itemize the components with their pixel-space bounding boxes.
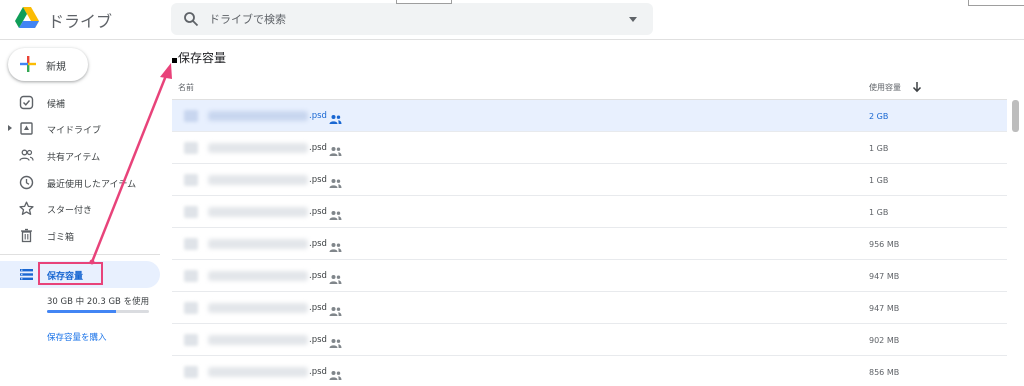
- drive-icon: [20, 122, 33, 135]
- shared-people-icon: [329, 142, 342, 156]
- buy-storage-link[interactable]: 保存容量を購入: [47, 331, 107, 343]
- shared-people-icon: [329, 366, 342, 380]
- file-name: .psd: [309, 111, 327, 121]
- table-row[interactable]: .psd 2 GB: [172, 100, 1007, 132]
- plus-icon: [20, 56, 36, 72]
- search-options-chevron-icon[interactable]: [629, 17, 637, 22]
- file-type-icon: [184, 110, 198, 122]
- file-name-redacted: [208, 143, 308, 153]
- shared-people-icon: [329, 334, 342, 348]
- trash-icon: [21, 228, 32, 243]
- file-size: 956 MB: [869, 240, 900, 249]
- file-name-redacted: [208, 207, 308, 217]
- shared-people-icon: [329, 110, 342, 124]
- file-size: 2 GB: [869, 112, 889, 121]
- file-name-redacted: [208, 175, 308, 185]
- file-name: .psd: [309, 367, 327, 377]
- sidebar-item-trash[interactable]: ゴミ箱: [0, 223, 160, 249]
- file-name-redacted: [208, 335, 308, 345]
- table-row[interactable]: .psd 1 GB: [172, 196, 1007, 228]
- search-icon[interactable]: [183, 11, 199, 27]
- file-name-redacted: [208, 367, 308, 377]
- file-name-redacted: [208, 111, 308, 121]
- file-name: .psd: [309, 207, 327, 217]
- new-button-label: 新規: [46, 62, 66, 73]
- new-button[interactable]: 新規: [8, 48, 88, 81]
- expand-arrow-icon[interactable]: [8, 125, 12, 131]
- sidebar-item-label: スター付き: [47, 206, 93, 216]
- column-header-size[interactable]: 使用容量: [869, 82, 901, 93]
- storage-icon: [20, 269, 33, 280]
- sidebar-divider: [0, 254, 160, 255]
- file-type-icon: [184, 334, 198, 346]
- search-input[interactable]: [209, 3, 609, 35]
- column-header-name[interactable]: 名前: [178, 82, 194, 93]
- table-row[interactable]: .psd 1 GB: [172, 132, 1007, 164]
- table-row[interactable]: .psd 1 GB: [172, 164, 1007, 196]
- sidebar-item-label: 候補: [47, 100, 66, 110]
- file-size: 1 GB: [869, 176, 889, 185]
- check-box-icon: [19, 95, 34, 110]
- storage-usage-bar: [47, 310, 149, 313]
- file-name: .psd: [309, 175, 327, 185]
- shared-people-icon: [329, 174, 342, 188]
- file-name: .psd: [309, 335, 327, 345]
- file-type-icon: [184, 142, 198, 154]
- popup-edge-right: [968, 0, 1024, 6]
- file-name-redacted: [208, 271, 308, 281]
- top-bar: ドライブ: [0, 0, 1024, 40]
- cursor-marker: [172, 58, 177, 63]
- app-title: ドライブ: [48, 12, 113, 31]
- clock-icon: [19, 175, 34, 190]
- drive-window: ドライブ 新規 候補: [0, 0, 1024, 386]
- file-size: 856 MB: [869, 368, 900, 377]
- search-box[interactable]: [171, 3, 653, 35]
- page-title: 保存容量: [178, 51, 227, 65]
- shared-people-icon: [329, 238, 342, 252]
- star-icon: [19, 201, 34, 215]
- file-size: 1 GB: [869, 144, 889, 153]
- people-icon: [19, 149, 34, 161]
- sidebar-item-label: マイドライブ: [47, 126, 102, 136]
- scrollbar-thumb[interactable]: [1012, 100, 1019, 132]
- file-name: .psd: [309, 239, 327, 249]
- sidebar-item-suggested[interactable]: 候補: [0, 90, 160, 116]
- shared-people-icon: [329, 206, 342, 220]
- file-name: .psd: [309, 143, 327, 153]
- table-row[interactable]: .psd 947 MB: [172, 292, 1007, 324]
- file-name-redacted: [208, 239, 308, 249]
- annotation-highlight-box: [38, 262, 103, 285]
- shared-people-icon: [329, 302, 342, 316]
- file-type-icon: [184, 366, 198, 378]
- shared-people-icon: [329, 270, 342, 284]
- file-name: .psd: [309, 271, 327, 281]
- popup-edge: [396, 0, 452, 4]
- drive-logo-icon[interactable]: [14, 6, 40, 30]
- storage-usage-text: 30 GB 中 20.3 GB を使用: [47, 297, 150, 307]
- file-size: 947 MB: [869, 304, 900, 313]
- sidebar-item-recent[interactable]: 最近使用したアイテム: [0, 170, 160, 196]
- file-type-icon: [184, 206, 198, 218]
- file-size: 902 MB: [869, 336, 900, 345]
- file-type-icon: [184, 302, 198, 314]
- sidebar-item-starred[interactable]: スター付き: [0, 196, 160, 222]
- table-row[interactable]: .psd 902 MB: [172, 324, 1007, 356]
- table-row[interactable]: .psd 947 MB: [172, 260, 1007, 292]
- sidebar-item-shared[interactable]: 共有アイテム: [0, 143, 160, 169]
- table-row[interactable]: .psd 856 MB: [172, 356, 1007, 386]
- sidebar-item-my-drive[interactable]: マイドライブ: [0, 116, 160, 142]
- file-type-icon: [184, 174, 198, 186]
- file-name-redacted: [208, 303, 308, 313]
- file-type-icon: [184, 270, 198, 282]
- sidebar-item-label: ゴミ箱: [47, 233, 75, 243]
- storage-usage-fill: [47, 310, 117, 313]
- file-size: 947 MB: [869, 272, 900, 281]
- file-name: .psd: [309, 303, 327, 313]
- sidebar-item-label: 共有アイテム: [47, 153, 101, 163]
- file-size: 1 GB: [869, 208, 889, 217]
- table-row[interactable]: .psd 956 MB: [172, 228, 1007, 260]
- sidebar-item-label: 最近使用したアイテム: [47, 180, 137, 190]
- file-type-icon: [184, 238, 198, 250]
- sort-down-arrow-icon[interactable]: [912, 81, 922, 93]
